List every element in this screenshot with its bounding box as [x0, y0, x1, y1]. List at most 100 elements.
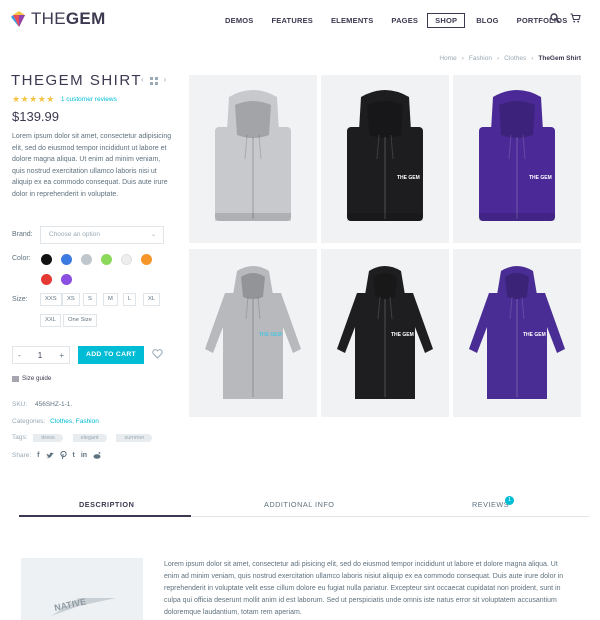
sku-row: SKU: 456SHZ-1-1.	[12, 401, 72, 408]
tags-row: Tags: dress elegant summer	[12, 434, 153, 442]
hoodie-illustration	[479, 90, 555, 221]
size-label: Size:	[12, 296, 28, 303]
tags-label: Tags:	[12, 434, 28, 441]
tab-additional-info[interactable]: ADDITIONAL INFO	[264, 500, 334, 509]
logo-text: THEGEM	[31, 9, 106, 28]
chevron-right-icon[interactable]: ›	[164, 75, 167, 85]
brand-select[interactable]: Choose an option ⌄	[40, 226, 164, 244]
breadcrumb-home[interactable]: Home	[439, 55, 456, 62]
rating-stars: ★★★★★	[12, 94, 55, 104]
cart-icon[interactable]	[570, 13, 581, 23]
color-swatch[interactable]	[41, 254, 52, 265]
color-label: Color:	[12, 255, 31, 262]
size-option[interactable]: XXL	[40, 314, 61, 327]
nav-item-blog[interactable]: BLOG	[476, 16, 498, 25]
size-option[interactable]: L	[123, 293, 137, 306]
product-rating: ★★★★★ 1 customer reviews	[12, 94, 117, 105]
active-tab-indicator	[19, 515, 191, 517]
facebook-icon[interactable]: f	[37, 452, 39, 459]
site-header: THEGEM DEMOS FEATURES ELEMENTS PAGES SHO…	[0, 0, 600, 40]
hoodie-illustration	[205, 266, 301, 399]
breadcrumb: Home › Fashion › Clothes › TheGem Shirt	[439, 55, 581, 62]
description-body: Lorem ipsum dolor sit amet, consectetur …	[164, 561, 564, 616]
nav-item-elements[interactable]: ELEMENTS	[331, 16, 373, 25]
color-swatch[interactable]	[41, 274, 52, 285]
share-label: Share:	[12, 451, 32, 459]
reddit-icon[interactable]	[93, 451, 101, 459]
reviews-link[interactable]: 1 customer reviews	[61, 96, 117, 103]
hoodie-print-logo: THE GEM	[391, 332, 414, 338]
header-icons	[550, 13, 581, 23]
chevron-right-icon: ›	[461, 55, 464, 62]
size-option[interactable]: XS	[62, 293, 80, 306]
quantity-input[interactable]: 1	[38, 351, 42, 360]
grid-icon[interactable]	[149, 77, 158, 85]
breadcrumb-fashion[interactable]: Fashion	[469, 55, 492, 62]
chevron-left-icon[interactable]: ‹	[141, 75, 144, 85]
pennant-graphic: NATIVE	[51, 596, 116, 616]
product-tabs: DESCRIPTION ADDITIONAL INFO REVIEWS 1	[19, 496, 589, 517]
color-swatch[interactable]	[141, 254, 152, 265]
categories-label: Categories:	[12, 418, 46, 425]
size-option[interactable]: M	[103, 293, 118, 306]
sku-label: SKU:	[12, 401, 28, 408]
tag-dress[interactable]: dress	[33, 434, 63, 442]
category-link-clothes[interactable]: Clothes	[50, 418, 72, 425]
size-guide-label: Size guide	[22, 375, 52, 382]
gallery-image[interactable]: THE GEM	[189, 249, 317, 417]
size-option[interactable]: S	[83, 293, 97, 306]
color-swatch[interactable]	[61, 254, 72, 265]
product-pagination: ‹ ›	[141, 75, 166, 85]
product-price: $139.99	[12, 109, 59, 124]
sku-value: 456SHZ-1-1.	[34, 401, 73, 408]
hoodie-print-logo: THE GEM	[529, 175, 552, 181]
size-option[interactable]: XXS	[40, 293, 62, 306]
ruler-icon	[12, 376, 19, 381]
hoodie-illustration	[469, 266, 565, 399]
search-icon[interactable]	[550, 13, 560, 23]
chevron-right-icon: ›	[496, 55, 500, 62]
nav-item-shop[interactable]: SHOP	[427, 13, 466, 28]
tumblr-icon[interactable]: t	[73, 452, 75, 459]
size-option[interactable]: XL	[143, 293, 161, 306]
twitter-icon[interactable]	[45, 452, 54, 459]
main-nav: DEMOS FEATURES ELEMENTS PAGES SHOP BLOG …	[225, 13, 567, 28]
nav-item-features[interactable]: FEATURES	[272, 16, 313, 25]
color-swatch[interactable]	[101, 254, 112, 265]
gallery-image[interactable]: THE GEM	[453, 249, 581, 417]
tag-summer[interactable]: summer	[116, 434, 153, 442]
heart-icon[interactable]	[152, 349, 163, 359]
tab-reviews[interactable]: REVIEWS	[472, 500, 509, 509]
linkedin-icon[interactable]: in	[81, 452, 87, 459]
categories-row: Categories: Clothes, Fashion	[12, 418, 99, 425]
brand-label: Brand:	[12, 231, 33, 238]
gallery-image[interactable]: THE GEM	[321, 75, 449, 243]
nav-item-pages[interactable]: PAGES	[391, 16, 418, 25]
breadcrumb-clothes[interactable]: Clothes	[504, 55, 526, 62]
gem-logo-icon	[11, 11, 25, 27]
quantity-minus-button[interactable]: -	[18, 351, 21, 360]
nav-item-demos[interactable]: DEMOS	[225, 16, 254, 25]
pinterest-icon[interactable]	[59, 451, 67, 459]
color-swatch[interactable]	[81, 254, 92, 265]
color-swatch[interactable]	[121, 254, 132, 265]
size-guide-link[interactable]: Size guide	[12, 375, 51, 382]
category-link-fashion[interactable]: Fashion	[76, 418, 99, 425]
chevron-down-icon: ⌄	[150, 232, 156, 238]
hoodie-print-logo: THE GEM	[259, 332, 282, 338]
pennant-text: NATIVE	[53, 596, 87, 613]
gallery-image[interactable]: THE GEM	[453, 75, 581, 243]
tab-description[interactable]: DESCRIPTION	[79, 500, 134, 509]
hoodie-illustration	[337, 266, 433, 399]
add-to-cart-button[interactable]: ADD TO CART	[78, 346, 144, 364]
quantity-stepper: - 1 +	[12, 346, 70, 364]
gallery-image[interactable]: THE GEM	[321, 249, 449, 417]
quantity-plus-button[interactable]: +	[59, 351, 64, 360]
hoodie-illustration	[215, 90, 291, 221]
site-logo[interactable]: THEGEM	[10, 9, 106, 29]
size-option[interactable]: One Size	[63, 314, 97, 327]
gallery-image[interactable]	[189, 75, 317, 243]
tag-elegant[interactable]: elegant	[72, 434, 107, 442]
hoodie-print-logo: THE GEM	[523, 332, 546, 338]
color-swatch[interactable]	[61, 274, 72, 285]
